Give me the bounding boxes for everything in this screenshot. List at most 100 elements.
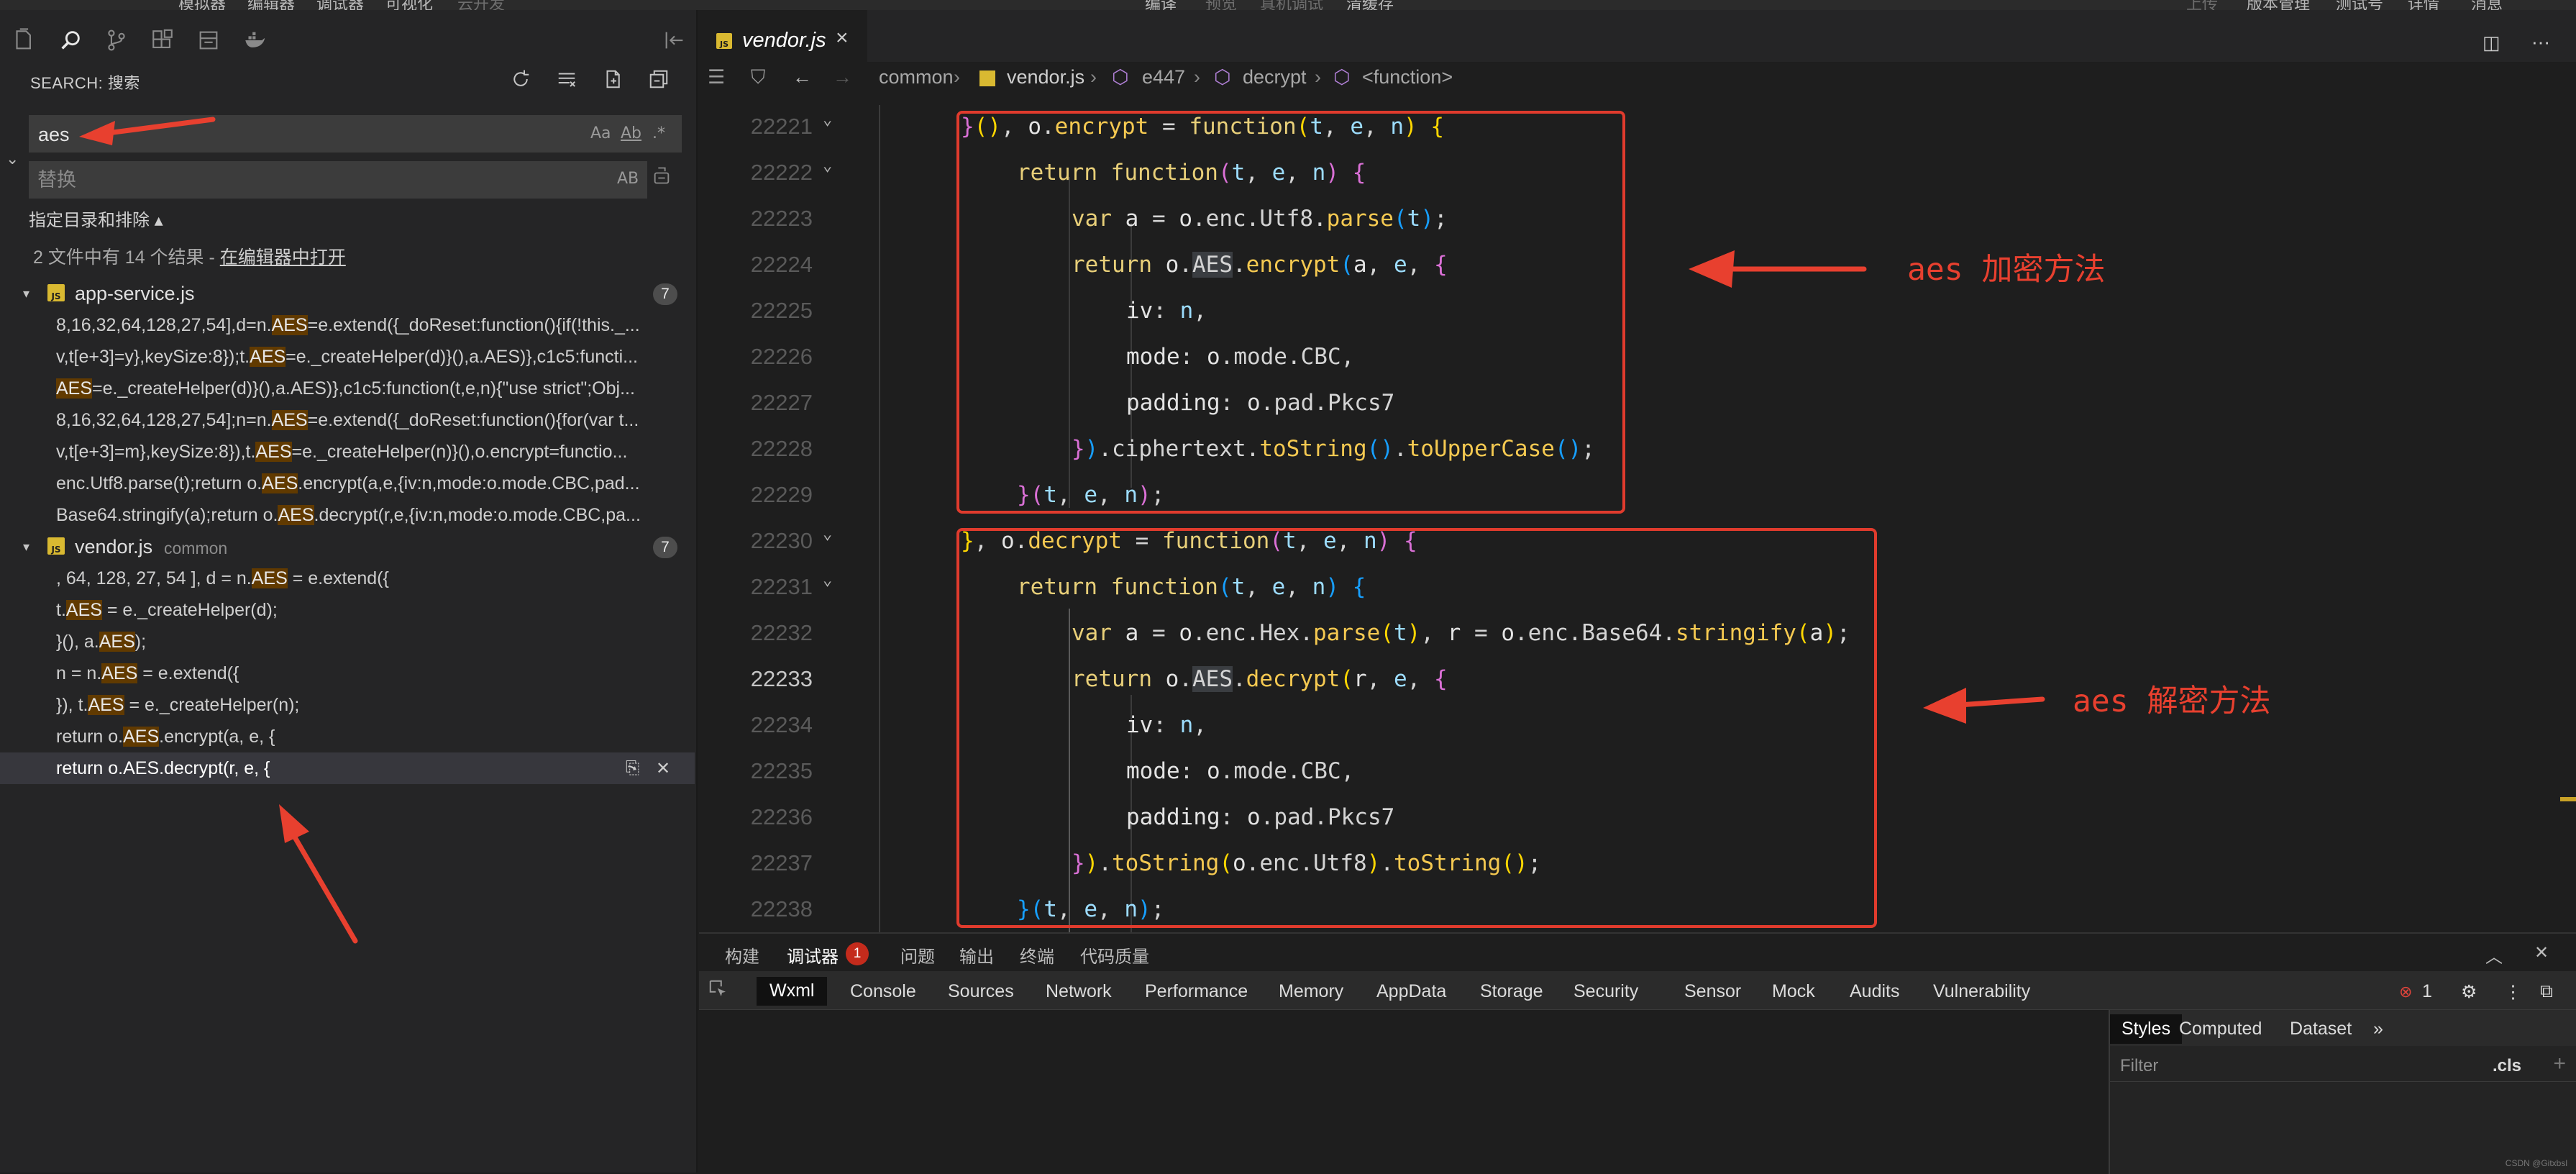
tab-sources[interactable]: Sources [948, 981, 1014, 1002]
chevron-up-icon[interactable]: ︿ [2485, 942, 2503, 968]
dismiss-match-icon[interactable]: ✕ [656, 758, 670, 779]
fold-chevron-icon[interactable]: ⌄ [823, 157, 832, 175]
tab-wxml[interactable]: Wxml [757, 977, 828, 1006]
tab-styles[interactable]: Styles [2110, 1014, 2183, 1044]
clear-results-icon[interactable] [554, 66, 580, 92]
fold-chevron-icon[interactable]: ⌄ [823, 111, 832, 129]
list-item[interactable]: 8,16,32,64,128,27,54];n=n.AES=e.extend({… [0, 404, 695, 436]
new-search-editor-icon[interactable] [600, 66, 626, 92]
preserve-case-icon[interactable]: AB [617, 170, 639, 188]
breadcrumb-item[interactable]: vendor.js [1007, 66, 1084, 88]
list-item-selected[interactable]: return o.AES.decrypt(r, e, { ⎘ ✕ [0, 752, 695, 784]
tab-code-quality[interactable]: 代码质量 [1080, 942, 1149, 968]
expand-chevron-icon[interactable]: ▾ [23, 286, 29, 301]
menu-item[interactable]: 真机调试 [1260, 0, 1323, 10]
code-editor[interactable]: 22221 ⌄}(), o.encrypt = function(t, e, n)… [699, 105, 2576, 932]
replace-all-icon[interactable] [652, 165, 677, 191]
docker-icon[interactable] [242, 27, 268, 53]
tab-console[interactable]: Console [850, 981, 916, 1002]
tab-debugger[interactable]: 调试器 [787, 942, 839, 968]
more-tabs-chevron-icon[interactable]: » [2373, 1019, 2383, 1039]
more-actions-icon[interactable]: ⋯ [2531, 32, 2550, 54]
files-icon[interactable] [10, 27, 36, 53]
list-item[interactable]: Base64.stringify(a);return o.AES.decrypt… [0, 499, 695, 531]
tab-network[interactable]: Network [1046, 981, 1112, 1002]
menu-item[interactable]: 详情 [2408, 0, 2439, 10]
menu-item[interactable]: 预览 [1205, 0, 1237, 10]
dock-icon[interactable]: ⧉ [2540, 981, 2553, 1002]
menu-item[interactable]: 消息 [2471, 0, 2503, 10]
whole-word-icon[interactable]: Ab [621, 124, 641, 142]
menu-item[interactable]: 模拟器 [178, 0, 226, 10]
list-item[interactable]: v,t[e+3]=y},keySize:8});t.AES=e._createH… [0, 341, 695, 373]
menu-item[interactable]: 编译 [1145, 0, 1177, 10]
tab-problems[interactable]: 问题 [900, 942, 935, 968]
menu-item[interactable]: 上传 [2186, 0, 2218, 10]
menu-item[interactable]: 云开发 [457, 0, 505, 10]
fold-chevron-icon[interactable]: ⌄ [823, 571, 832, 589]
menu-item[interactable]: 版本管理 [2247, 0, 2310, 10]
include-exclude-toggle[interactable]: 指定目录和排除 ▴ [29, 206, 163, 231]
tab-security[interactable]: Security [1574, 981, 1638, 1002]
tab-terminal[interactable]: 终端 [1020, 942, 1054, 968]
outline-icon[interactable] [196, 27, 221, 53]
tab-memory[interactable]: Memory [1279, 981, 1343, 1002]
extensions-icon[interactable] [150, 27, 175, 53]
more-vertical-icon[interactable]: ⋮ [2504, 981, 2522, 1003]
list-item[interactable]: n = n.AES = e.extend({ [0, 657, 695, 689]
list-item[interactable]: AES=e._createHelper(d)}(),a.AES)},c1c5:f… [0, 373, 695, 404]
breadcrumb-item[interactable]: <function> [1362, 66, 1453, 88]
replace-input-box[interactable]: AB [29, 161, 647, 199]
search-icon[interactable] [58, 27, 83, 53]
back-arrow-icon[interactable]: ← [793, 66, 812, 88]
menu-item[interactable]: 清缓存 [1346, 0, 1394, 10]
expand-chevron-icon[interactable]: ▾ [23, 540, 29, 555]
close-icon[interactable]: × [836, 26, 849, 50]
tab-vulnerability[interactable]: Vulnerability [1933, 981, 2030, 1002]
tab-output[interactable]: 输出 [959, 942, 994, 968]
list-item[interactable]: return o.AES.encrypt(a, e, { [0, 721, 695, 752]
menu-item[interactable]: 编辑器 [247, 0, 295, 10]
toggle-replace-chevron-icon[interactable]: ⌄ [6, 150, 23, 168]
source-control-icon[interactable] [104, 27, 129, 53]
replace-input[interactable] [37, 167, 541, 193]
tab-appdata[interactable]: AppData [1376, 981, 1446, 1002]
breadcrumb-item[interactable]: common [879, 66, 954, 88]
tab-audits[interactable]: Audits [1850, 981, 1899, 1002]
gear-icon[interactable]: ⚙ [2461, 981, 2477, 1003]
add-rule-icon[interactable]: + [2553, 1052, 2566, 1076]
tab-mock[interactable]: Mock [1772, 981, 1815, 1002]
styles-filter[interactable]: Filter .cls + [2110, 1049, 2576, 1082]
breadcrumb-item[interactable]: decrypt [1243, 66, 1307, 88]
menu-item[interactable]: 测试号 [2336, 0, 2383, 10]
match-case-icon[interactable]: Aa [590, 124, 611, 142]
regex-icon[interactable]: .* [652, 124, 665, 142]
menu-item[interactable]: 调试器 [316, 0, 364, 10]
inspect-icon[interactable] [708, 978, 729, 1005]
list-item[interactable]: t.AES = e._createHelper(d); [0, 594, 695, 626]
list-item[interactable]: v,t[e+3]=m},keySize:8}),t.AES=e._createH… [0, 436, 695, 468]
list-item[interactable]: 8,16,32,64,128,27,54],d=n.AES=e.extend({… [0, 309, 695, 341]
forward-arrow-icon[interactable]: → [833, 66, 852, 88]
breadcrumb-item[interactable]: e447 [1142, 66, 1185, 88]
list-icon[interactable]: ☰ [708, 66, 725, 88]
close-icon[interactable]: ✕ [2534, 942, 2549, 963]
filter-input[interactable]: Filter [2120, 1056, 2158, 1076]
tab-performance[interactable]: Performance [1145, 981, 1248, 1002]
list-item[interactable]: }), t.AES = e._createHelper(n); [0, 689, 695, 721]
result-file-vendor[interactable]: ▾ JS vendor.js common 7 [0, 531, 695, 563]
open-in-editor-link[interactable]: 在编辑器中打开 [220, 247, 346, 268]
tab-sensor[interactable]: Sensor [1684, 981, 1741, 1002]
cls-toggle[interactable]: .cls [2493, 1056, 2521, 1076]
list-item[interactable]: }(), a.AES); [0, 626, 695, 657]
list-item[interactable]: enc.Utf8.parse(t);return o.AES.encrypt(a… [0, 468, 695, 499]
replace-match-icon[interactable]: ⎘ [626, 758, 639, 778]
tab-dataset[interactable]: Dataset [2290, 1019, 2352, 1039]
bookmark-icon[interactable]: ⛉ [751, 66, 765, 89]
result-file-app-service[interactable]: ▾ JS app-service.js 7 [0, 278, 695, 309]
refresh-icon[interactable] [508, 66, 534, 92]
tab-storage[interactable]: Storage [1480, 981, 1543, 1002]
tab-vendor-js[interactable]: JS vendor.js × [699, 10, 867, 62]
tab-computed[interactable]: Computed [2179, 1019, 2262, 1039]
tab-build[interactable]: 构建 [725, 942, 759, 968]
